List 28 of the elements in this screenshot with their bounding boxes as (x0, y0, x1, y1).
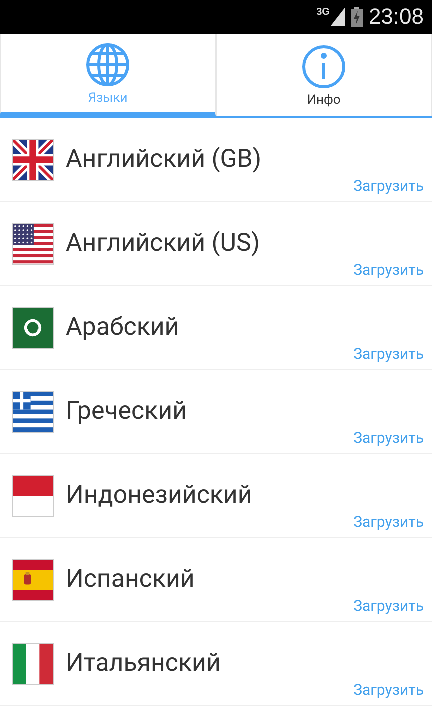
language-name: Английский (US) (66, 228, 260, 260)
language-row[interactable]: Арабский Загрузить (0, 286, 432, 370)
language-name: Арабский (66, 312, 180, 344)
indonesian-flag-icon (12, 475, 54, 517)
language-name: Греческий (66, 396, 188, 428)
language-name: Испанский (66, 564, 195, 596)
language-name: Индонезийский (66, 480, 252, 512)
spanish-flag-icon (12, 559, 54, 601)
language-row[interactable]: Английский (GB) Загрузить (0, 118, 432, 202)
language-name: Английский (GB) (66, 144, 262, 176)
info-icon (301, 44, 347, 90)
american-flag-icon (12, 223, 54, 265)
language-row[interactable]: Индонезийский Загрузить (0, 454, 432, 538)
british-flag-icon (12, 139, 54, 181)
language-row[interactable]: Испанский Загрузить (0, 538, 432, 622)
italian-flag-icon (12, 643, 54, 685)
language-name: Итальянский (66, 648, 221, 680)
language-row[interactable]: Греческий Загрузить (0, 370, 432, 454)
network-type-label: 3G (316, 8, 330, 18)
globe-icon (85, 42, 131, 88)
signal-icon (330, 8, 345, 26)
tab[interactable]: Инфо (216, 34, 432, 116)
emblem-flag-icon (12, 307, 54, 349)
battery-icon (350, 7, 363, 27)
language-row[interactable]: Английский (US) Загрузить (0, 202, 432, 286)
greek-flag-icon (12, 391, 54, 433)
clock: 23:08 (368, 6, 424, 28)
language-row[interactable]: Итальянский Загрузить (0, 622, 432, 706)
